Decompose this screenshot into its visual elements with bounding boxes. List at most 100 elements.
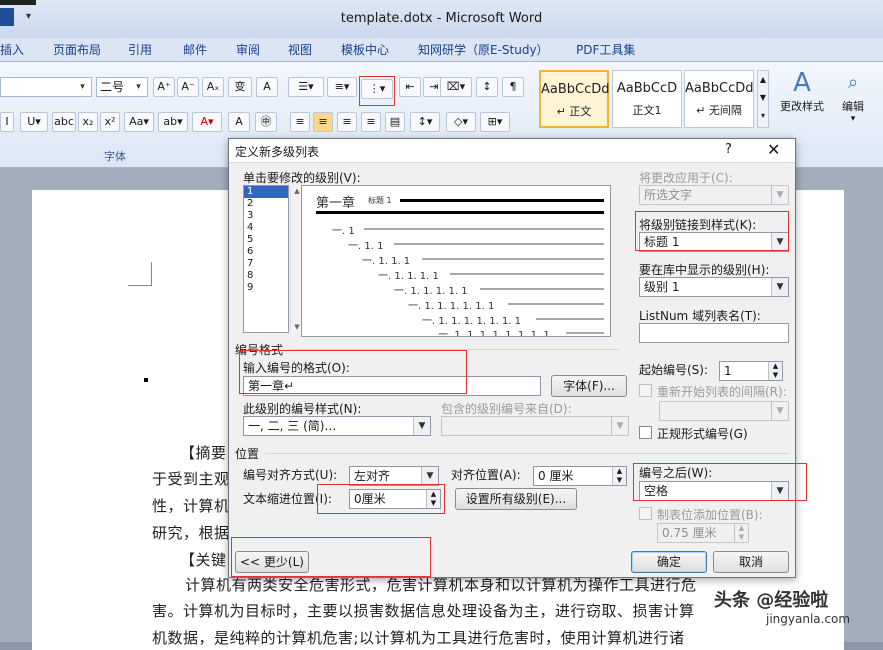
position-section: 位置 bbox=[235, 447, 260, 461]
section-divider bbox=[289, 349, 619, 350]
link-style-select[interactable]: 标题 1 ▼ bbox=[639, 232, 789, 252]
char-border-icon[interactable]: A bbox=[256, 77, 278, 97]
font-size-box[interactable]: 二号 ▾ bbox=[96, 77, 148, 97]
enclose-char-icon[interactable]: ㊥ bbox=[255, 112, 277, 132]
preview-line bbox=[400, 199, 604, 202]
level-item[interactable]: 4 bbox=[244, 222, 288, 234]
superscript-icon[interactable]: x² bbox=[100, 112, 120, 132]
level-item[interactable]: 3 bbox=[244, 210, 288, 222]
style-body1[interactable]: AaBbCcD 正文1 bbox=[612, 70, 682, 128]
spinner-icon[interactable]: ▲ ▼ bbox=[768, 362, 782, 380]
number-format-input[interactable]: 第一章↵ bbox=[243, 376, 541, 396]
ok-button[interactable]: 确定 bbox=[631, 551, 707, 573]
borders-icon[interactable]: ⊞▾ bbox=[480, 112, 510, 132]
underline-icon[interactable]: U▾ bbox=[20, 112, 48, 132]
font-group-label: 字体 bbox=[104, 150, 126, 163]
follow-number-select[interactable]: 空格 ▼ bbox=[639, 481, 789, 501]
indent-input[interactable]: 0厘米 ▲ ▼ bbox=[349, 489, 441, 509]
apply-to-select[interactable]: 所选文字 ▼ bbox=[639, 185, 789, 205]
italic-icon[interactable]: I bbox=[0, 112, 14, 132]
spinner-icon[interactable]: ▲ ▼ bbox=[612, 467, 626, 485]
style-no-spacing[interactable]: AaBbCcDd ↵ 无间隔 bbox=[684, 70, 754, 128]
font-button[interactable]: 字体(F)... bbox=[551, 375, 627, 397]
decrease-indent-icon[interactable]: ⇤ bbox=[399, 77, 421, 97]
align-center-icon[interactable]: ≡ bbox=[313, 112, 333, 132]
tab-review[interactable]: 审阅 bbox=[236, 41, 260, 58]
grow-font-icon[interactable]: A⁺ bbox=[153, 77, 175, 97]
gallery-level-select[interactable]: 级别 1 ▼ bbox=[639, 277, 789, 297]
help-icon[interactable]: ? bbox=[725, 142, 732, 157]
close-icon[interactable]: ✕ bbox=[767, 140, 780, 159]
preview-line bbox=[316, 211, 604, 214]
legal-checkbox[interactable] bbox=[639, 426, 652, 439]
bullets-icon[interactable]: ☰▾ bbox=[288, 77, 324, 97]
chevron-down-icon: ▼ bbox=[413, 417, 430, 435]
preview-line bbox=[364, 228, 604, 230]
tab-pdf-tools[interactable]: PDF工具集 bbox=[576, 41, 635, 58]
chevron-down-icon: ▼ bbox=[771, 278, 788, 296]
restart-select[interactable]: ▼ bbox=[659, 401, 789, 421]
highlight-color-icon[interactable]: ab▾ bbox=[158, 112, 188, 132]
level-item[interactable]: 7 bbox=[244, 258, 288, 270]
clear-format-icon[interactable]: Aₓ bbox=[202, 77, 224, 97]
tab-cnki-estudy[interactable]: 知网研学（原E-Study） bbox=[418, 41, 549, 58]
sort-icon[interactable]: ↕ bbox=[476, 77, 498, 97]
tab-insert[interactable]: 插入 bbox=[0, 41, 24, 58]
show-marks-icon[interactable]: ¶ bbox=[502, 77, 524, 97]
font-name-box[interactable]: ▾ bbox=[0, 77, 92, 97]
font-color-icon[interactable]: A▾ bbox=[192, 112, 222, 132]
tab-stop-input[interactable]: 0.75 厘米 ▲ ▼ bbox=[657, 523, 749, 543]
strikethrough-icon[interactable]: abc bbox=[52, 112, 76, 132]
level-item[interactable]: 9 bbox=[244, 282, 288, 294]
tab-page-layout[interactable]: 页面布局 bbox=[53, 41, 101, 58]
change-case-icon[interactable]: Aa▾ bbox=[124, 112, 154, 132]
taskbar-tab-edge bbox=[0, 0, 36, 5]
change-styles-button[interactable]: A 更改样式 bbox=[776, 68, 828, 114]
justify-icon[interactable]: ≡ bbox=[361, 112, 381, 132]
change-styles-label: 更改样式 bbox=[780, 100, 824, 113]
margin-corner-mark bbox=[128, 262, 152, 286]
include-level-select[interactable]: ▼ bbox=[441, 416, 629, 436]
start-at-input[interactable]: 1 ▲ ▼ bbox=[719, 361, 783, 381]
tab-template-center[interactable]: 模板中心 bbox=[341, 41, 389, 58]
subscript-icon[interactable]: x₂ bbox=[78, 112, 98, 132]
tab-references[interactable]: 引用 bbox=[128, 41, 152, 58]
tab-view[interactable]: 视图 bbox=[288, 41, 312, 58]
alignment-select[interactable]: 左对齐 ▼ bbox=[349, 466, 439, 486]
restart-checkbox[interactable] bbox=[639, 384, 652, 397]
distributed-icon[interactable]: ▤ bbox=[385, 112, 405, 132]
shading-icon[interactable]: ◇▾ bbox=[446, 112, 476, 132]
less-button[interactable]: << 更少(L) bbox=[235, 551, 309, 573]
preview-level: 一. 1. 1 bbox=[348, 241, 384, 252]
spinner-icon[interactable]: ▲ ▼ bbox=[426, 490, 440, 508]
level-item[interactable]: 8 bbox=[244, 270, 288, 282]
tab-stop-checkbox[interactable] bbox=[639, 507, 652, 520]
level-item[interactable]: 2 bbox=[244, 198, 288, 210]
dialog-title: 定义新多级列表 bbox=[235, 145, 320, 159]
numbering-icon[interactable]: ≡▾ bbox=[327, 77, 357, 97]
char-shading-icon[interactable]: A bbox=[228, 112, 250, 132]
watermark: 头条 @经验啦 jingyanla.com bbox=[714, 586, 850, 626]
spinner-icon[interactable]: ▲ ▼ bbox=[734, 524, 748, 542]
align-left-icon[interactable]: ≡ bbox=[290, 112, 310, 132]
style-gallery-scroll[interactable]: ▲ ▼ ▾ bbox=[757, 70, 769, 128]
number-style-select[interactable]: 一, 二, 三 (简)… ▼ bbox=[243, 416, 431, 436]
editing-button[interactable]: ⌕ 编辑 ▾ bbox=[836, 68, 870, 124]
level-item[interactable]: 1 bbox=[244, 186, 288, 198]
line-spacing-icon[interactable]: ↕▾ bbox=[410, 112, 440, 132]
level-item[interactable]: 5 bbox=[244, 234, 288, 246]
phonetic-guide-icon[interactable]: 变 bbox=[228, 77, 252, 97]
shrink-font-icon[interactable]: A⁻ bbox=[177, 77, 199, 97]
level-list[interactable]: 1 2 3 4 5 6 7 8 9 ▲ ▼ bbox=[243, 185, 303, 333]
listnum-input[interactable] bbox=[639, 323, 789, 343]
aligned-at-input[interactable]: 0 厘米 ▲ ▼ bbox=[533, 466, 627, 486]
multilevel-list-icon[interactable]: ⋮▾ bbox=[361, 79, 393, 99]
indent-label: 文本缩进位置(I): bbox=[243, 492, 332, 506]
style-normal[interactable]: AaBbCcDd ↵ 正文 bbox=[539, 70, 610, 128]
align-right-icon[interactable]: ≡ bbox=[337, 112, 357, 132]
cancel-button[interactable]: 取消 bbox=[713, 551, 789, 573]
tab-mailings[interactable]: 邮件 bbox=[183, 41, 207, 58]
chinese-layout-icon[interactable]: ⌧▾ bbox=[440, 77, 472, 97]
set-all-levels-button[interactable]: 设置所有级别(E)... bbox=[455, 488, 577, 510]
level-item[interactable]: 6 bbox=[244, 246, 288, 258]
